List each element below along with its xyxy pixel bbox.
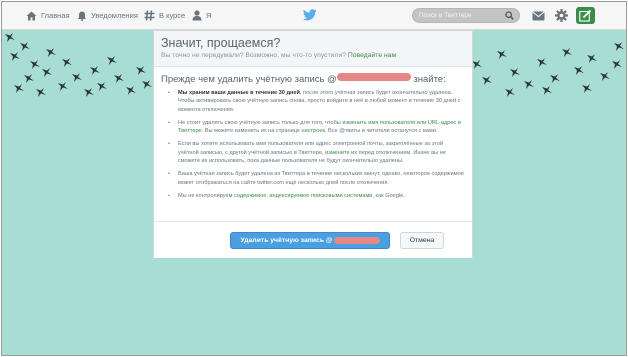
before-delete-suffix: знайте:	[410, 74, 446, 85]
search-icon[interactable]	[505, 11, 514, 20]
username-tip-mid: . Вы можете изменить их на странице	[201, 128, 302, 135]
redacted-username	[336, 73, 411, 81]
top-nav-bar: Главная Уведомления В курсе Я	[2, 2, 626, 30]
envelope-icon[interactable]	[532, 11, 545, 21]
username-tip-post: . Все @твиты и читатели останутся с вами…	[324, 128, 438, 135]
dialog-subtitle: Вы точно не передумали? Возможно, мы что…	[161, 52, 396, 59]
cancel-button[interactable]: Отмена	[400, 232, 444, 249]
hashtag-icon	[144, 10, 155, 21]
nav-home-label: Главная	[41, 11, 70, 20]
nav-notifications[interactable]: Уведомления	[77, 2, 138, 29]
feedback-link[interactable]: Поведайте нам	[348, 52, 396, 59]
list-item: Если вы хотите использовать имя пользова…	[168, 140, 464, 165]
nav-me-label: Я	[206, 11, 212, 20]
nav-notifications-label: Уведомления	[91, 11, 138, 20]
deactivate-account-dialog: Значит, прощаемся? Вы точно не передумал…	[153, 30, 473, 258]
dialog-title: Значит, прощаемся?	[161, 36, 281, 50]
delete-account-button[interactable]: Удалить учётную запись @	[230, 232, 390, 249]
delete-account-label: Удалить учётную запись @	[240, 237, 333, 244]
settings-link[interactable]: настроек	[302, 128, 325, 134]
search-engine-text: Мы не контролируем	[178, 192, 235, 199]
gear-icon[interactable]	[555, 9, 568, 22]
nav-discover[interactable]: В курсе	[144, 2, 185, 29]
nav-discover-label: В курсе	[159, 11, 186, 20]
bell-icon	[77, 11, 87, 21]
search-box[interactable]	[412, 8, 520, 23]
removal-note-text: Ваша учётная запись будет удалена из Тви…	[178, 171, 464, 186]
before-delete-heading: Прежде чем удалить учётную запись @ знай…	[161, 73, 446, 85]
list-item: Мы не контролируем содержимое, индексиру…	[168, 192, 464, 201]
nav-me[interactable]: Я	[192, 2, 211, 29]
retention-bold: Мы храним ваши данные в течение 30 дней	[178, 90, 300, 96]
compose-tweet-button[interactable]	[576, 7, 595, 24]
list-item: Ваша учётная запись будет удалена из Тви…	[168, 170, 464, 187]
home-icon	[26, 11, 37, 20]
search-input[interactable]	[419, 10, 505, 21]
username-tip-text: Не стоит удалять свою учётную запись тол…	[178, 119, 343, 126]
twitter-window: Главная Уведомления В курсе Я Поиск в Тв…	[1, 1, 627, 356]
dialog-subtitle-text: Вы точно не передумали? Возможно, мы что…	[161, 52, 347, 59]
search-engine-content-link[interactable]: содержимое, индексируемое поисковыми сис…	[234, 193, 372, 199]
change-them-link[interactable]: измените их	[325, 150, 357, 156]
twitter-bird-icon[interactable]	[303, 9, 317, 21]
dialog-footer: Удалить учётную запись @ Отмена	[154, 221, 472, 258]
search-engine-post: , как Google.	[372, 192, 405, 199]
nav-home[interactable]: Главная	[26, 2, 70, 29]
person-icon	[192, 10, 202, 21]
before-delete-text: Прежде чем удалить учётную запись @	[161, 74, 337, 85]
compose-icon	[579, 9, 592, 22]
dialog-header: Значит, прощаемся? Вы точно не передумал…	[154, 31, 472, 67]
list-item: Не стоит удалять свою учётную запись тол…	[168, 119, 464, 136]
list-item: Мы храним ваши данные в течение 30 дней,…	[168, 89, 464, 114]
info-list: Мы храним ваши данные в течение 30 дней,…	[168, 89, 464, 205]
redacted-username-button	[333, 237, 380, 244]
